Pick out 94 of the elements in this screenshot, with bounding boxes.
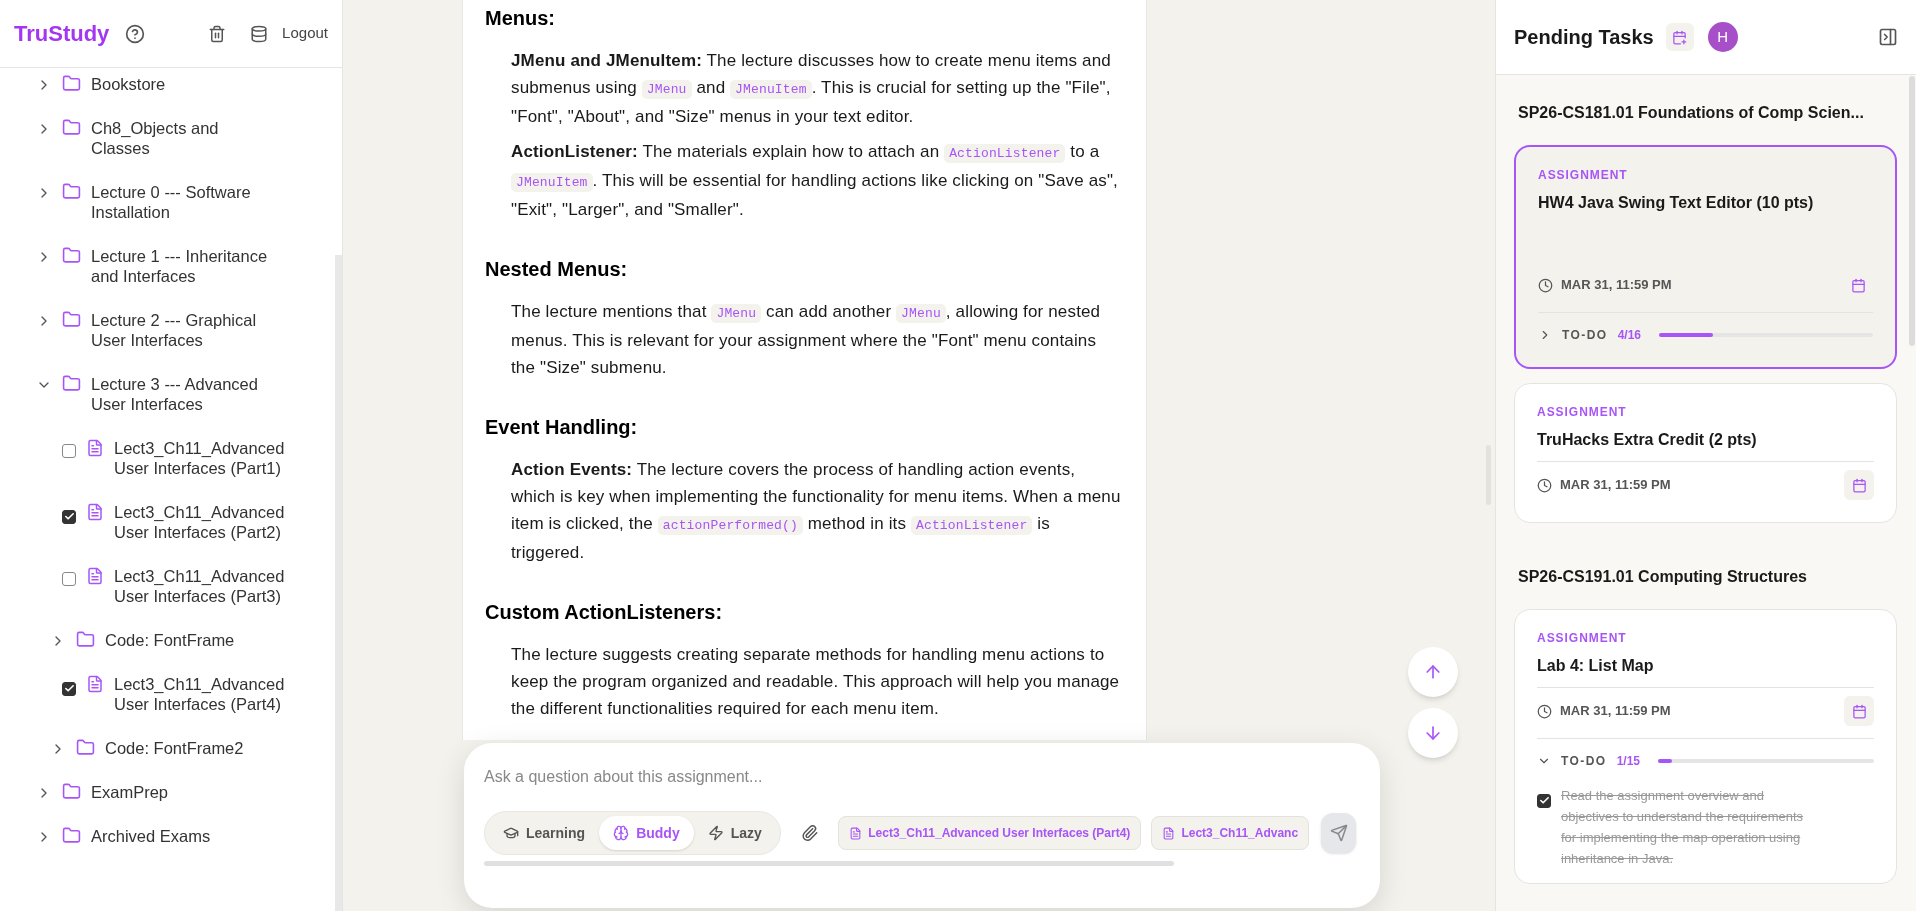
paragraph: The lecture mentions that JMenu can add another JMenu , allowing for nested menus. This is relevant for your assignment where the "Font" menu contains the "Size" submenu. [511,301,1102,379]
file-icon [86,675,104,693]
calendar-button[interactable] [1844,470,1874,500]
calendar-icon [1851,477,1867,493]
todo-count: 1/15 [1616,753,1640,770]
task-type: ASSIGNMENT [1537,630,1628,646]
folder-icon [62,74,81,93]
file-icon [86,503,104,521]
file-icon [86,439,104,457]
mode-tab[interactable]: Buddy [599,816,694,850]
file-icon [86,567,104,585]
app-logo[interactable]: TruStudy [14,17,110,50]
trash-icon[interactable] [208,24,227,43]
document-icon [849,826,863,840]
send-button[interactable] [1321,813,1356,853]
tree-item[interactable]: Lecture 2 --- Graphical User Interfaces [91,310,276,350]
todo-item: Read the assignment overview and objectives to understand the requirements for implementing the map operation using inheritance in Java. [1561,787,1805,868]
task-type: ASSIGNMENT [1538,167,1629,183]
section-heading: Menus: [485,6,556,31]
task-card[interactable]: ASSIGNMENT TruHacks Extra Credit (2 pts) MAR 31, 11:59 PM [1514,383,1897,523]
calendar-plus-icon [1672,29,1688,45]
todo-label: TO-DO [1561,753,1607,770]
send-icon [1329,824,1348,842]
checkbox[interactable] [62,444,76,458]
folder-icon [76,738,95,757]
folder-icon [76,630,95,649]
graduation-cap-icon [503,825,519,841]
clock-icon [1538,277,1553,293]
mode-tab[interactable]: Lazy [693,816,776,850]
brain-icon [613,825,630,841]
tree-item[interactable]: Lecture 1 --- Inheritance and Interfaces [91,246,276,286]
tree-item[interactable]: Lect3_Ch11_Advanced User Interfaces (Part4) [114,674,299,714]
document-icon [1162,826,1176,840]
checkbox[interactable] [1537,793,1551,808]
tree-item[interactable]: ExamPrep [91,782,276,802]
task-type: ASSIGNMENT [1537,404,1628,420]
due-date: MAR 31, 11:59 PM [1560,476,1671,495]
due-date: MAR 31, 11:59 PM [1561,276,1672,295]
folder-icon [62,246,81,265]
folder-icon [62,310,81,329]
course-heading: SP26-CS181.01 Foundations of Comp Scien... [1517,103,1865,123]
add-event-button[interactable] [1665,23,1694,51]
collapse-panel-icon[interactable] [1878,27,1898,47]
tree-item[interactable]: Ch8_Objects and Classes [91,118,276,158]
calendar-icon [1851,703,1867,719]
checkbox[interactable] [62,509,76,524]
tree-item[interactable]: Lecture 0 --- Software Installation [91,182,276,222]
folder-icon [62,782,81,801]
paragraph: The lecture suggests creating separate methods for handling menu actions to keep the program organized and readable. This approach will help you manage the different functionalities required for each menu item. [511,644,1121,720]
tree-item[interactable]: Lecture 3 --- Advanced User Interfaces [91,374,276,414]
tree-item[interactable]: Lect3_Ch11_Advanced User Interfaces (Part1) [114,438,299,478]
scrollbar[interactable] [1909,76,1915,346]
help-icon[interactable] [125,23,146,44]
section-heading: Event Handling: [485,415,639,440]
todo-label: TO-DO [1562,327,1608,344]
mode-tab[interactable]: Learning [489,816,600,850]
tree-item[interactable]: Archived Exams [91,826,276,846]
checkbox[interactable] [62,681,76,696]
logout-button[interactable]: Logout [282,22,328,45]
question-input[interactable]: Ask a question about this assignment... [484,763,1360,791]
scrollbar[interactable] [335,255,342,911]
section-heading: Nested Menus: [485,257,629,282]
folder-icon [62,374,81,393]
tree-item[interactable]: Code: FontFrame2 [105,738,290,758]
lightning-icon [707,825,724,841]
task-title: Lab 4: List Map [1537,656,1655,676]
user-avatar[interactable]: H [1707,22,1738,52]
folder-icon [62,826,81,845]
calendar-icon [1850,277,1866,293]
paragraph: ActionListener: The materials explain how to attach an ActionListener to a JMenuItem . This will be essential for handling actions like clicking on "Save as", "Exit", "Larger", and "Smaller". [511,141,1119,221]
database-icon[interactable] [250,24,269,43]
due-date: MAR 31, 11:59 PM [1560,702,1671,721]
clock-icon [1537,477,1552,493]
tree-item[interactable]: Lect3_Ch11_Advanced User Interfaces (Part2) [114,502,299,542]
checkbox[interactable] [62,572,76,586]
todo-count: 4/16 [1617,327,1641,344]
folder-icon [62,182,81,201]
tree-item[interactable]: Bookstore [91,74,276,94]
section-heading: Custom ActionListeners: [485,600,724,625]
paperclip-icon[interactable] [800,823,819,843]
tree-item[interactable]: Code: FontFrame [105,630,290,650]
task-card[interactable]: ASSIGNMENT HW4 Java Swing Text Editor (10 pts) MAR 31, 11:59 PM TO-DO 4/16 [1514,145,1897,369]
paragraph: Action Events: The lecture covers the process of handling action events, which is key when implementing the functionality for menu items. When a menu item is clicked, the actionPerformed() method in its ActionListener is triggered. [511,459,1122,564]
clock-icon [1537,703,1552,719]
folder-icon [62,118,81,137]
horizontal-scrollbar[interactable] [484,861,1174,866]
task-title: HW4 Java Swing Text Editor (10 pts) [1538,193,1815,213]
calendar-button[interactable] [1844,696,1874,726]
task-title: TruHacks Extra Credit (2 pts) [1537,430,1758,450]
course-heading: SP26-CS191.01 Computing Structures [1517,567,1808,587]
paragraph: JMenu and JMenuItem: The lecture discusses how to create menu items and submenus using JMenu and JMenuItem . This is crucial for setting up the "File", "Font", "About", and "Size" menus in your text editor. [511,50,1112,128]
task-card[interactable]: ASSIGNMENT Lab 4: List Map MAR 31, 11:59 PM TO-DO 1/15 Read the assignment overview and objectives to understand the requirements for implementing the map operation using inheritance in Java. [1514,609,1897,884]
panel-title: Pending Tasks [1514,25,1654,50]
tree-item[interactable]: Lect3_Ch11_Advanced User Interfaces (Part3) [114,566,299,606]
